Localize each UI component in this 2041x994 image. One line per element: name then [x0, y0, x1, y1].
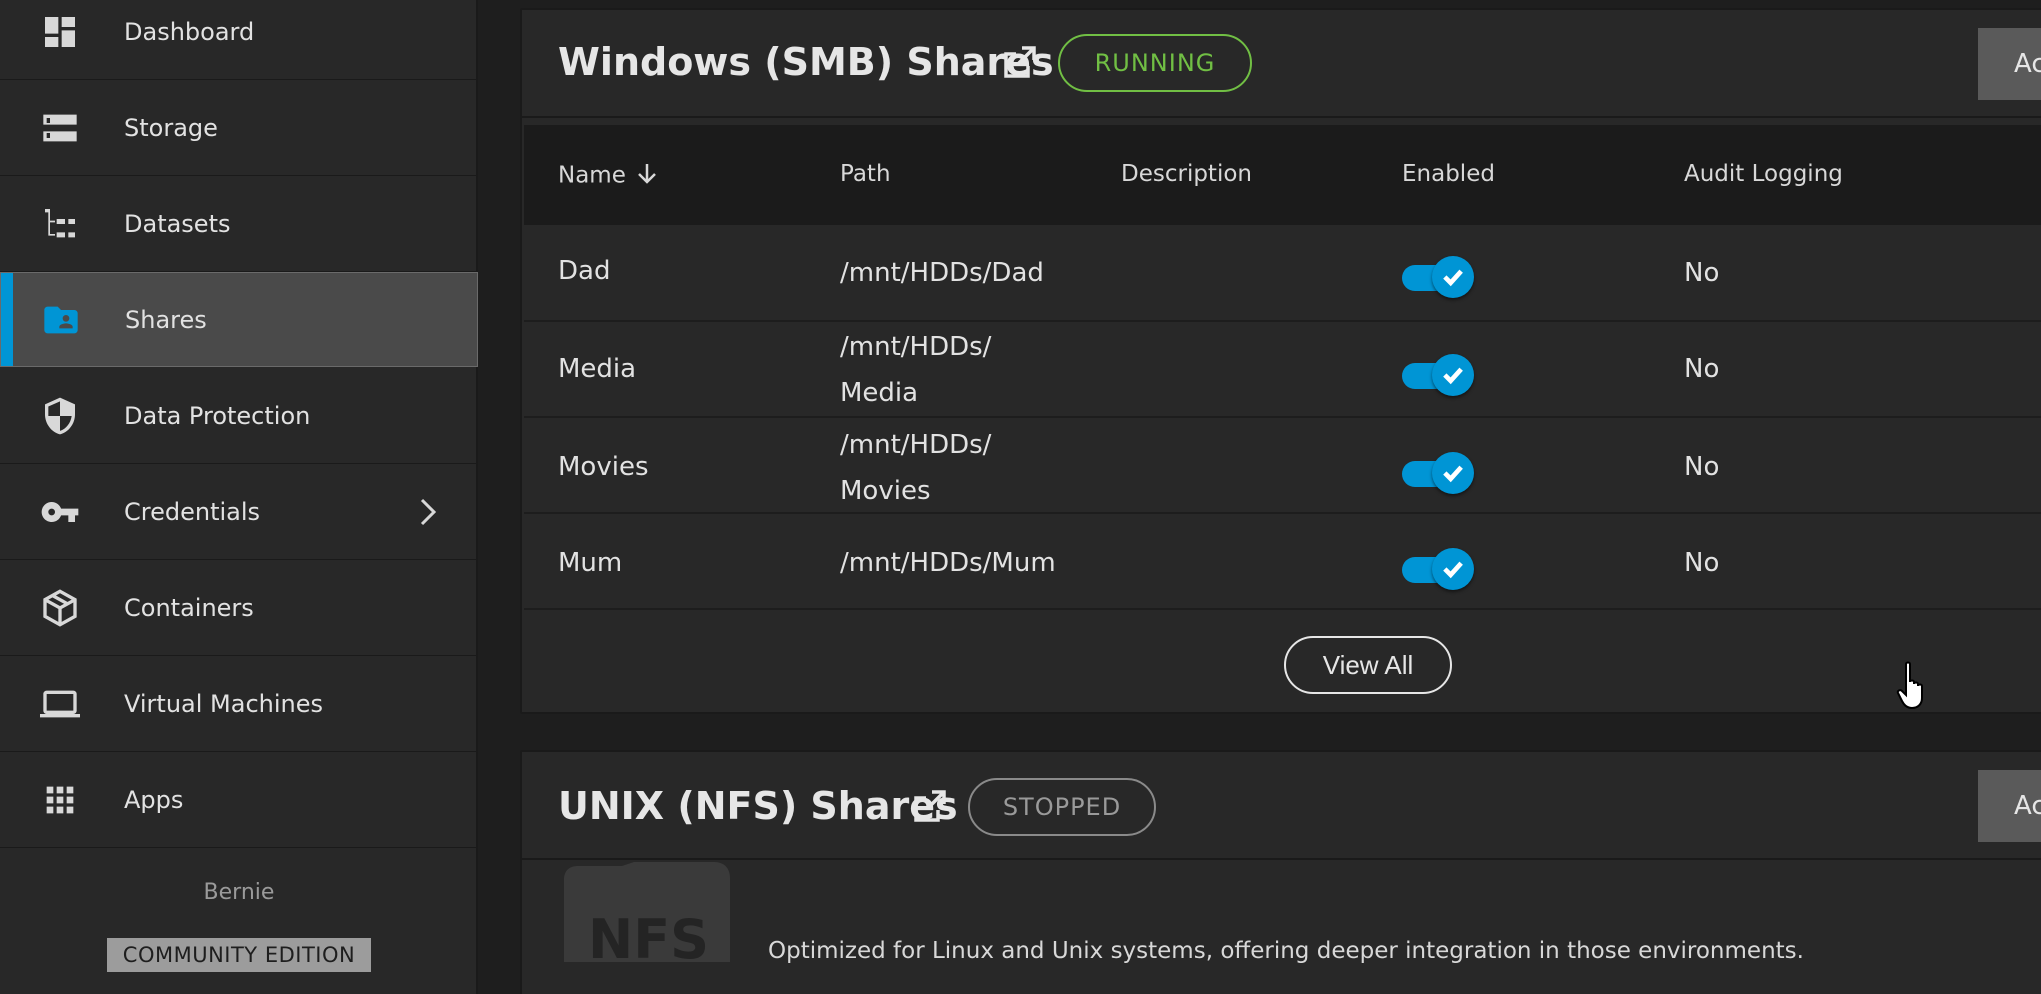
sidebar-item-shares[interactable]: Shares — [0, 272, 478, 367]
add-nfs-share-button[interactable]: Ac — [1978, 770, 2041, 842]
enabled-toggle[interactable] — [1402, 256, 1474, 298]
status-badge-running: RUNNING — [1058, 34, 1252, 92]
sidebar-item-datasets[interactable]: Datasets — [0, 176, 478, 272]
external-link-icon[interactable] — [1000, 42, 1040, 82]
sidebar-item-label: Dashboard — [124, 17, 255, 46]
share-path: /mnt/HDDs/Dad — [840, 258, 1044, 288]
enabled-toggle[interactable] — [1402, 548, 1474, 590]
sidebar-item-data-protection[interactable]: Data Protection — [0, 368, 478, 464]
share-name: Movies — [558, 452, 649, 482]
enabled-toggle[interactable] — [1402, 452, 1474, 494]
sidebar-item-containers[interactable]: Containers — [0, 560, 478, 656]
enabled-toggle[interactable] — [1402, 354, 1474, 396]
check-icon — [1432, 256, 1474, 298]
cube-icon — [38, 586, 82, 630]
table-row[interactable]: Media /mnt/HDDs/Media No — [524, 322, 2041, 418]
sidebar-item-virtual-machines[interactable]: Virtual Machines — [0, 656, 478, 752]
sidebar: Dashboard Storage Datasets Shares Data P… — [0, 0, 478, 994]
external-link-icon[interactable] — [910, 786, 950, 826]
column-header-path[interactable]: Path — [840, 161, 891, 187]
apps-grid-icon — [38, 778, 82, 822]
smb-card-title: Windows (SMB) Shares — [558, 40, 1054, 84]
sidebar-item-label: Virtual Machines — [124, 689, 324, 718]
check-icon — [1432, 354, 1474, 396]
smb-card-header: Windows (SMB) Shares RUNNING Ac — [522, 10, 2041, 118]
status-badge-stopped: STOPPED — [968, 778, 1156, 836]
share-path: /mnt/HDDs/Media — [840, 332, 992, 408]
audit-logging-value: No — [1684, 258, 1720, 288]
sidebar-item-apps[interactable]: Apps — [0, 752, 478, 848]
sidebar-item-label: Data Protection — [124, 401, 311, 430]
sidebar-item-label: Datasets — [124, 209, 231, 238]
check-icon — [1432, 548, 1474, 590]
sidebar-item-label: Storage — [124, 113, 218, 142]
sidebar-item-dashboard[interactable]: Dashboard — [0, 0, 478, 80]
table-row[interactable]: Movies /mnt/HDDs/Movies No — [524, 418, 2041, 514]
laptop-icon — [38, 682, 82, 726]
datasets-icon — [38, 202, 82, 246]
storage-icon — [38, 106, 82, 150]
sidebar-item-storage[interactable]: Storage — [0, 80, 478, 176]
share-name: Dad — [558, 256, 611, 286]
edition-badge: COMMUNITY EDITION — [107, 938, 371, 972]
nfs-card-title: UNIX (NFS) Shares — [558, 784, 958, 828]
sidebar-item-credentials[interactable]: Credentials — [0, 464, 478, 560]
smb-shares-card: Windows (SMB) Shares RUNNING Ac Name Pat… — [520, 8, 2041, 714]
column-header-enabled[interactable]: Enabled — [1402, 161, 1495, 187]
column-header-audit-logging[interactable]: Audit Logging — [1684, 161, 1843, 187]
sidebar-item-label: Credentials — [124, 497, 261, 526]
dashboard-icon — [38, 10, 82, 54]
sidebar-item-label: Containers — [124, 593, 254, 622]
nfs-folder-icon: NFS — [564, 862, 730, 971]
share-path: /mnt/HDDs/Mum — [840, 548, 1056, 578]
key-icon — [38, 490, 82, 534]
nfs-card-header: UNIX (NFS) Shares STOPPED Ac — [522, 752, 2041, 860]
add-smb-share-button[interactable]: Ac — [1978, 28, 2041, 100]
shares-folder-icon — [39, 298, 83, 342]
audit-logging-value: No — [1684, 354, 1720, 384]
sidebar-item-label: Shares — [125, 305, 207, 334]
column-header-description[interactable]: Description — [1121, 161, 1252, 187]
view-all-button[interactable]: View All — [1284, 636, 1452, 694]
column-header-name[interactable]: Name — [558, 161, 658, 191]
table-row[interactable]: Mum /mnt/HDDs/Mum No — [524, 514, 2041, 610]
nfs-description: Optimized for Linux and Unix systems, of… — [768, 938, 1804, 964]
hostname: Bernie — [203, 880, 275, 905]
audit-logging-value: No — [1684, 452, 1720, 482]
share-path: /mnt/HDDs/Movies — [840, 430, 992, 506]
shield-icon — [38, 394, 82, 438]
nfs-icon-text: NFS — [588, 908, 709, 962]
table-header: Name Path Description Enabled Audit Logg… — [524, 125, 2041, 225]
audit-logging-value: No — [1684, 548, 1720, 578]
table-row[interactable]: Dad /mnt/HDDs/Dad No — [524, 226, 2041, 322]
check-icon — [1432, 452, 1474, 494]
nfs-shares-card: UNIX (NFS) Shares STOPPED Ac NFS Optimiz… — [520, 750, 2041, 994]
share-name: Media — [558, 354, 637, 384]
hand-pointer-icon — [1896, 660, 1930, 716]
chevron-right-icon — [416, 494, 440, 530]
sort-arrow-down-icon — [636, 161, 658, 191]
sidebar-item-label: Apps — [124, 785, 184, 814]
share-name: Mum — [558, 548, 623, 578]
